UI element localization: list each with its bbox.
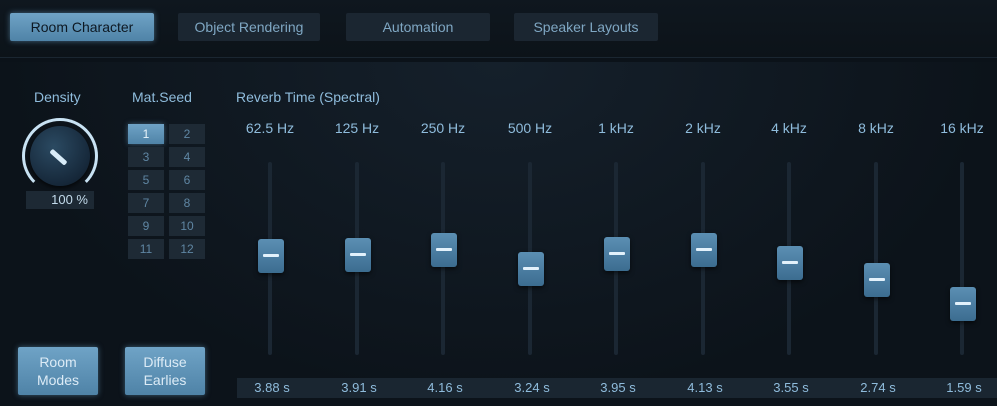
band-frequency-label: 1 kHz	[598, 120, 634, 136]
slider-thumb[interactable]	[258, 239, 284, 273]
density-value[interactable]: 100 %	[26, 191, 94, 209]
band-frequency-label: 16 kHz	[940, 120, 984, 136]
mat-seed-5[interactable]: 5	[128, 170, 164, 190]
mat-seed-grid: 1 2 3 4 5 6 7 8 9 10 11 12	[128, 124, 205, 259]
band-value-readout: 3.95 s	[600, 380, 636, 395]
mat-seed-4[interactable]: 4	[169, 147, 205, 167]
band-frequency-label: 250 Hz	[420, 120, 466, 136]
band-value-readout: 2.74 s	[860, 380, 896, 395]
band-value-readout: 3.91 s	[341, 380, 377, 395]
diffuse-earlies-button[interactable]: Diffuse Earlies	[125, 347, 205, 395]
mat-seed-10[interactable]: 10	[169, 216, 205, 236]
mat-seed-12[interactable]: 12	[169, 239, 205, 259]
band-frequency-label: 62.5 Hz	[245, 120, 295, 136]
slider-thumb[interactable]	[864, 263, 890, 297]
slider-thumb[interactable]	[777, 246, 803, 280]
slider-track[interactable]	[874, 162, 878, 355]
slider-thumb[interactable]	[691, 233, 717, 267]
slider-thumb[interactable]	[950, 287, 976, 321]
mat-seed-2[interactable]: 2	[169, 124, 205, 144]
band-frequency-label: 4 kHz	[771, 120, 807, 136]
slider-thumb[interactable]	[345, 238, 371, 272]
mat-seed-7[interactable]: 7	[128, 193, 164, 213]
tab-bar: Room Character Object Rendering Automati…	[0, 0, 997, 58]
reverb-time-title: Reverb Time (Spectral)	[236, 89, 380, 105]
mat-seed-9[interactable]: 9	[128, 216, 164, 236]
mat-seed-1[interactable]: 1	[128, 124, 164, 144]
density-label: Density	[34, 89, 81, 105]
band-value-readout: 1.59 s	[946, 380, 982, 395]
band-value-readout: 3.88 s	[254, 380, 290, 395]
band-value-readout: 4.16 s	[427, 380, 463, 395]
mat-seed-6[interactable]: 6	[169, 170, 205, 190]
mat-seed-8[interactable]: 8	[169, 193, 205, 213]
tab-automation[interactable]: Automation	[346, 13, 490, 41]
band-frequency-label: 500 Hz	[507, 120, 553, 136]
band-frequency-label: 8 kHz	[858, 120, 894, 136]
tab-object-rendering[interactable]: Object Rendering	[178, 13, 320, 41]
band-value-readout: 3.55 s	[773, 380, 809, 395]
mat-seed-11[interactable]: 11	[128, 239, 164, 259]
tab-room-character[interactable]: Room Character	[10, 13, 154, 41]
slider-track[interactable]	[960, 162, 964, 355]
mat-seed-label: Mat.Seed	[132, 89, 192, 105]
mat-seed-3[interactable]: 3	[128, 147, 164, 167]
room-modes-button[interactable]: Room Modes	[18, 347, 98, 395]
tab-speaker-layouts[interactable]: Speaker Layouts	[514, 13, 658, 41]
band-value-readout: 3.24 s	[514, 380, 550, 395]
slider-thumb[interactable]	[431, 233, 457, 267]
band-value-readout: 4.13 s	[687, 380, 723, 395]
slider-thumb[interactable]	[604, 237, 630, 271]
band-frequency-label: 125 Hz	[334, 120, 380, 136]
band-frequency-label: 2 kHz	[685, 120, 721, 136]
density-knob[interactable]	[22, 118, 98, 194]
slider-thumb[interactable]	[518, 252, 544, 286]
